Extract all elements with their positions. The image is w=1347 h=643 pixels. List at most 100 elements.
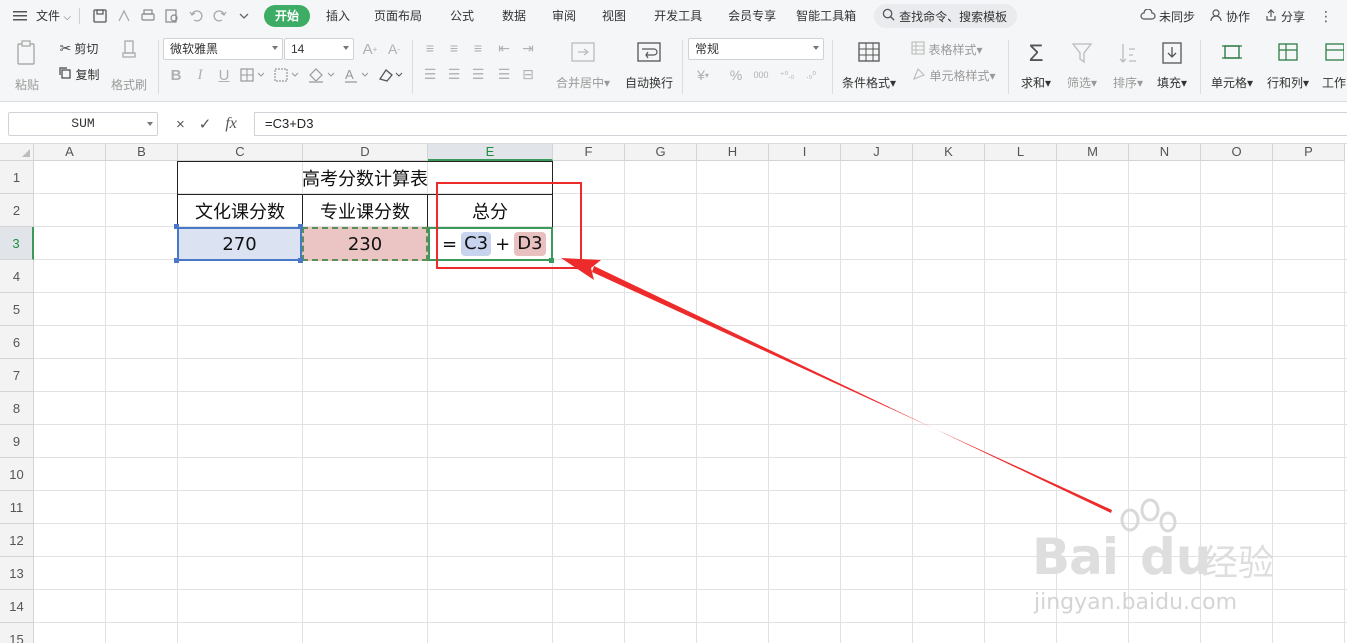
tab-member[interactable]: 会员专享	[716, 5, 788, 27]
paste-button[interactable]: 粘贴	[10, 38, 44, 94]
thousands-icon[interactable]: 000	[750, 64, 772, 86]
clear-format-icon[interactable]	[376, 64, 406, 86]
worksheet-icon	[1318, 41, 1344, 66]
sync-status[interactable]: 未同步	[1140, 8, 1195, 25]
decrease-font-icon[interactable]: A-	[384, 38, 404, 60]
formula-input[interactable]: =C3+D3	[254, 112, 1347, 136]
cell-style-button[interactable]: 单元格样式▾	[906, 64, 1002, 86]
formula-actions: × ✓ fx	[176, 112, 237, 136]
print-icon[interactable]	[140, 8, 156, 24]
name-box[interactable]: SUM	[8, 112, 158, 136]
chevron-down-icon[interactable]	[147, 122, 153, 126]
tab-home[interactable]: 开始	[264, 5, 310, 27]
align-bottom-icon[interactable]: ≡	[468, 38, 488, 58]
align-center-icon[interactable]: ☰	[444, 64, 464, 84]
copy-button[interactable]: 复制	[54, 64, 104, 84]
tab-view[interactable]: 视图	[588, 5, 640, 27]
border-icon[interactable]	[238, 64, 268, 86]
tab-formulas[interactable]: 公式	[436, 5, 488, 27]
fill-pattern-icon[interactable]	[272, 64, 302, 86]
wrap-label: 自动换行	[625, 74, 673, 91]
number-format-select[interactable]: 常规	[688, 38, 824, 60]
worksheet-button[interactable]: 工作	[1318, 38, 1347, 94]
font-size-select[interactable]: 14	[284, 38, 354, 60]
collaborate-button[interactable]: 协作	[1209, 8, 1250, 25]
redo-icon[interactable]	[212, 8, 228, 24]
format-painter-button[interactable]: 格式刷	[108, 38, 150, 94]
customize-toolbar-icon[interactable]	[236, 8, 252, 24]
percent-icon[interactable]: %	[726, 64, 746, 86]
copy-label: 复制	[75, 66, 99, 83]
distributed-icon[interactable]: ⊟	[518, 64, 538, 84]
tab-page-layout[interactable]: 页面布局	[360, 5, 436, 27]
undo-icon[interactable]	[188, 8, 204, 24]
tab-developer[interactable]: 开发工具	[640, 5, 716, 27]
fill-button[interactable]: 填充▾	[1150, 38, 1194, 94]
print-preview-icon[interactable]	[164, 8, 180, 24]
fill-color-icon[interactable]	[306, 64, 338, 86]
cell-button[interactable]: 单元格▾	[1206, 38, 1258, 94]
align-left-icon[interactable]: ☰	[420, 64, 440, 84]
increase-font-icon[interactable]: A+	[360, 38, 380, 60]
scissors-icon: ✂	[60, 40, 72, 57]
menu-bar: 文件 ⌵ 开始 插入 页面布局 公式 数据 审阅 视图 开发工具 会员专享 智能…	[0, 0, 1347, 32]
font-color-icon[interactable]: A	[342, 64, 372, 86]
cut-button[interactable]: ✂ 剪切	[54, 38, 104, 58]
row-col-icon	[1276, 41, 1300, 66]
align-top-icon[interactable]: ≡	[420, 38, 440, 58]
command-search[interactable]: 查找命令、搜索模板	[874, 4, 1017, 28]
cond-format-label: 条件格式▾	[842, 74, 896, 91]
currency-symbol: ¥	[697, 67, 705, 83]
name-box-value: SUM	[71, 116, 94, 131]
share-button[interactable]: 分享	[1264, 8, 1305, 25]
align-right-icon[interactable]: ☰	[468, 64, 488, 84]
justify-icon[interactable]: ☰	[494, 64, 514, 84]
search-placeholder: 查找命令、搜索模板	[899, 8, 1007, 25]
table-style-button[interactable]: 表格样式▾	[906, 38, 988, 60]
align-middle-icon[interactable]: ≡	[444, 38, 464, 58]
cancel-icon[interactable]: ×	[176, 116, 185, 133]
insert-function-icon[interactable]: fx	[225, 115, 237, 133]
merge-center-button[interactable]: 合并居中▾	[550, 38, 616, 94]
ribbon-toolbar: 粘贴 ✂ 剪切 复制 格式刷 微软雅黑 14 A+ A- B I U A ≡ ≡…	[0, 32, 1347, 102]
filter-label: 筛选▾	[1067, 74, 1097, 91]
separator	[1200, 40, 1201, 94]
increase-decimal-icon[interactable]: ⁺⁰.₀	[776, 64, 798, 86]
formula-bar: SUM × ✓ fx =C3+D3	[0, 102, 1347, 144]
bold-icon[interactable]: B	[166, 64, 186, 86]
sum-label: 求和▾	[1021, 74, 1051, 91]
format-painter-label: 格式刷	[111, 76, 147, 93]
tab-review[interactable]: 审阅	[540, 5, 588, 27]
font-name-select[interactable]: 微软雅黑	[163, 38, 283, 60]
conditional-format-button[interactable]: 条件格式▾	[838, 38, 900, 94]
tab-smart-toolbox[interactable]: 智能工具箱	[788, 5, 864, 27]
underline-icon[interactable]: U	[214, 64, 234, 86]
file-menu[interactable]: 文件 ⌵	[34, 5, 75, 27]
indent-decrease-icon[interactable]: ⇤	[494, 38, 514, 58]
confirm-icon[interactable]: ✓	[199, 115, 212, 133]
tab-data[interactable]: 数据	[488, 5, 540, 27]
indent-increase-icon[interactable]: ⇥	[518, 38, 538, 58]
sync-label: 未同步	[1159, 8, 1195, 25]
export-pdf-icon[interactable]	[116, 8, 132, 24]
quick-access-toolbar	[84, 8, 260, 24]
decrease-decimal-icon[interactable]: .₀⁰	[800, 64, 822, 86]
sort-label: 排序▾	[1113, 74, 1143, 91]
save-icon[interactable]	[92, 8, 108, 24]
more-options-icon[interactable]: ⋮	[1319, 8, 1333, 25]
fill-down-icon	[1161, 41, 1183, 68]
watermark-url: jingyan.baidu.com	[1034, 590, 1237, 615]
sort-button[interactable]: 排序▾	[1106, 38, 1150, 94]
chevron-down-icon: ⌵	[63, 12, 71, 23]
autosum-button[interactable]: Σ 求和▾	[1014, 38, 1058, 94]
tab-insert[interactable]: 插入	[316, 5, 360, 27]
currency-icon[interactable]: ¥▾	[692, 64, 714, 86]
row-col-button[interactable]: 行和列▾	[1262, 38, 1314, 94]
cut-label: 剪切	[74, 40, 98, 57]
wrap-text-button[interactable]: 自动换行	[620, 38, 678, 94]
merge-label: 合并居中▾	[556, 74, 610, 91]
filter-button[interactable]: 筛选▾	[1060, 38, 1104, 94]
hamburger-menu-icon[interactable]	[12, 9, 28, 23]
italic-icon[interactable]: I	[190, 64, 210, 86]
brush-icon	[119, 39, 139, 68]
